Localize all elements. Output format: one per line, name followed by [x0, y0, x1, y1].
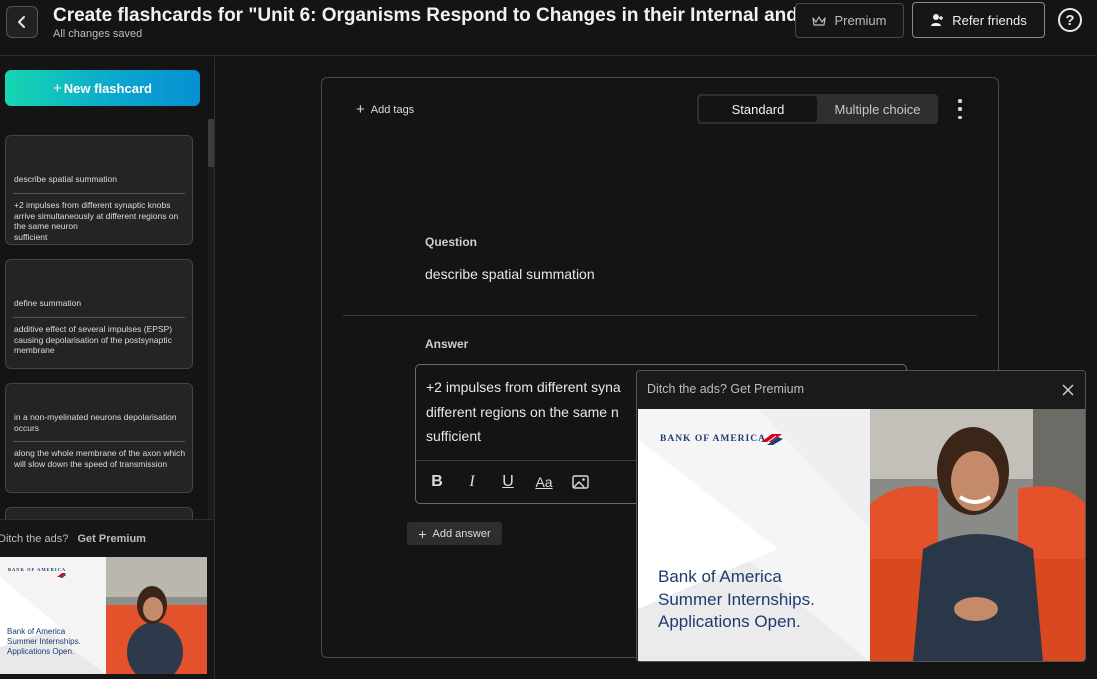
top-bar: Create flashcards for "Unit 6: Organisms… — [0, 0, 1097, 56]
bold-icon[interactable]: B — [426, 471, 448, 493]
sidebar-ad-copy-line: Summer Internships. — [7, 637, 81, 646]
flashcard-question: in a non-myelinated neurons depolarisati… — [14, 412, 177, 433]
floating-ad-brand: BANK OF AMERICA — [660, 434, 766, 444]
more-options-icon[interactable] — [954, 99, 966, 119]
floating-ad: Ditch the ads? Get Premium BANK OF AMERI… — [636, 370, 1086, 662]
floating-get-premium-link[interactable]: Get Premium — [730, 382, 804, 396]
text-size-icon[interactable]: Aa — [533, 471, 555, 493]
add-tags-button[interactable]: + Add tags — [356, 101, 414, 118]
sidebar-scrollbar-thumb[interactable] — [208, 119, 214, 167]
flashcard-list: describe spatial summation +2 impulses f… — [0, 135, 208, 575]
floating-ad-copy-line: Applications Open. — [658, 612, 801, 631]
flashcard-divider — [13, 441, 185, 442]
floating-ad-copy: Bank of America Summer Internships. Appl… — [658, 566, 815, 634]
sidebar-get-premium-link[interactable]: Get Premium — [78, 533, 146, 545]
save-status: All changes saved — [53, 28, 143, 40]
flashcard-item[interactable]: define summation additive effect of seve… — [5, 259, 193, 369]
floating-ad-copy-line: Bank of America — [658, 567, 782, 586]
flashcard-answer: additive effect of several impulses (EPS… — [14, 324, 173, 355]
floating-ad-prompt: Ditch the ads? Get Premium — [647, 382, 804, 396]
sidebar-ad-prompt: Ditch the ads? Get Premium — [0, 533, 146, 545]
plus-icon: + — [53, 79, 62, 97]
add-answer-label: Add answer — [432, 527, 491, 540]
sidebar-ad-copy-line: Applications Open. — [7, 647, 75, 656]
question-input[interactable]: describe spatial summation — [425, 266, 595, 282]
sidebar-scrollbar-track[interactable] — [208, 119, 214, 574]
image-icon[interactable] — [569, 471, 591, 493]
plus-icon: + — [418, 525, 427, 542]
sidebar-ad-flag-icon — [57, 565, 66, 578]
refer-label: Refer friends — [952, 12, 1027, 28]
new-flashcard-button[interactable]: + New flashcard — [5, 70, 200, 106]
flashcard-question: define summation — [14, 298, 82, 308]
answer-label: Answer — [425, 337, 469, 351]
flashcard-divider — [13, 317, 185, 318]
floating-ad-copy-line: Summer Internships. — [658, 589, 815, 609]
card-type-toggle: Standard Multiple choice — [697, 94, 938, 124]
floating-ad-flag-icon — [761, 432, 783, 445]
premium-label: Premium — [834, 13, 887, 28]
flashcard-item[interactable]: in a non-myelinated neurons depolarisati… — [5, 383, 193, 493]
add-answer-button[interactable]: + Add answer — [407, 522, 502, 545]
question-label: Question — [425, 235, 478, 249]
chevron-left-icon — [18, 16, 25, 28]
flashcard-sidebar: + New flashcard describe spatial summati… — [0, 57, 215, 679]
flashcard-divider — [13, 193, 185, 194]
question-answer-divider — [343, 315, 977, 316]
sidebar-ad-copy: Bank of America Summer Internships. Appl… — [7, 627, 81, 657]
tab-standard[interactable]: Standard — [699, 96, 817, 122]
sidebar-ad-prompt-text: Ditch the ads? — [0, 533, 69, 545]
tab-multiple-choice[interactable]: Multiple choice — [819, 96, 936, 122]
underline-icon[interactable]: U — [497, 471, 519, 493]
crown-icon — [812, 15, 827, 26]
premium-button[interactable]: Premium — [795, 3, 904, 38]
close-icon[interactable] — [1061, 383, 1075, 397]
italic-icon[interactable]: I — [461, 471, 483, 493]
add-tags-label: Add tags — [370, 103, 415, 116]
user-plus-icon — [931, 14, 944, 26]
refer-friends-button[interactable]: Refer friends — [912, 2, 1045, 38]
help-button[interactable]: ? — [1058, 8, 1082, 32]
flashcard-question: describe spatial summation — [14, 174, 117, 184]
new-flashcard-label: New flashcard — [63, 80, 152, 96]
back-button[interactable] — [6, 6, 38, 38]
page-title: Create flashcards for "Unit 6: Organisms… — [53, 5, 795, 26]
floating-ad-prompt-text: Ditch the ads? — [647, 382, 727, 396]
flashcard-answer: along the whole membrane of the axon whi… — [14, 448, 186, 469]
sidebar-ad-copy-line: Bank of America — [7, 627, 66, 636]
flashcard-item[interactable]: describe spatial summation +2 impulses f… — [5, 135, 193, 245]
flashcard-answer: +2 impulses from different synaptic knob… — [14, 200, 179, 242]
plus-icon: + — [356, 101, 365, 118]
sidebar-ad: Ditch the ads? Get Premium BANK OF AMERI… — [0, 519, 214, 679]
